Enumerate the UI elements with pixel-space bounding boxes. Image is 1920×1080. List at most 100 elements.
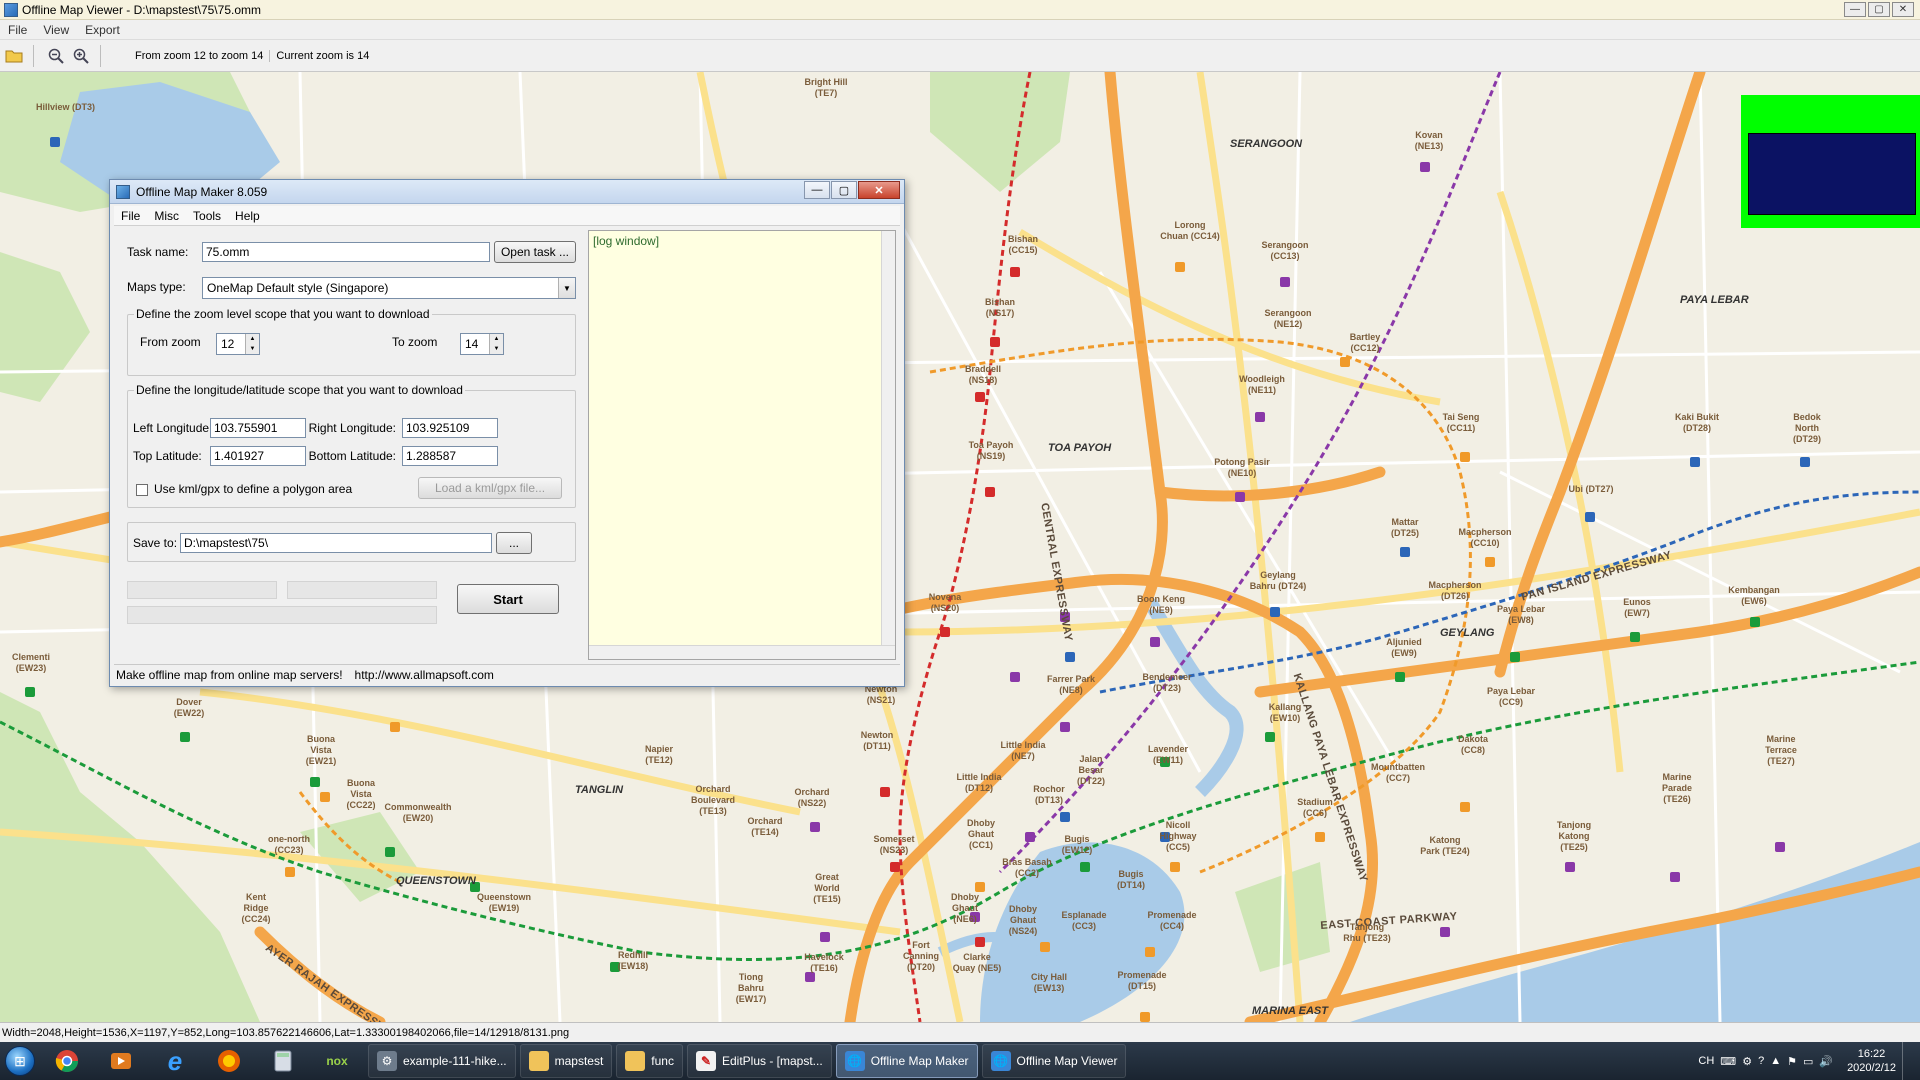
chrome-icon[interactable] — [40, 1044, 94, 1078]
map-overview-box[interactable] — [1741, 95, 1920, 228]
open-task-button[interactable]: Open task ... — [494, 241, 576, 263]
dialog-maximize-button[interactable]: ▢ — [831, 181, 857, 199]
dialog-menubar: File Misc Tools Help — [114, 206, 900, 226]
firefox-icon[interactable] — [202, 1044, 256, 1078]
input-language[interactable]: CH — [1698, 1055, 1714, 1067]
left-longitude-label: Left Longitude: — [133, 421, 213, 435]
station-label: Clarke Quay (NE5) — [952, 952, 1002, 973]
log-horizontal-scrollbar[interactable] — [589, 645, 895, 659]
station-label: Kallang (EW10) — [1268, 702, 1302, 723]
open-folder-icon[interactable] — [3, 45, 25, 67]
left-longitude-input[interactable]: 103.755901 — [210, 418, 306, 438]
to-zoom-value: 14 — [465, 337, 479, 351]
app-icon — [4, 2, 18, 17]
zoom-out-icon[interactable] — [45, 45, 67, 67]
current-zoom-text: Current zoom is 14 — [269, 49, 375, 62]
area-label-geylang: GEYLANG — [1440, 627, 1495, 639]
task-name-label: Task name: — [127, 245, 189, 259]
menu-file[interactable]: File — [0, 23, 35, 37]
station-label: Napier (TE12) — [644, 744, 673, 765]
top-latitude-input[interactable]: 1.401927 — [210, 446, 306, 466]
from-zoom-label: From zoom — [140, 335, 201, 349]
folder-icon — [528, 1051, 549, 1071]
browse-button[interactable]: ... — [496, 532, 532, 554]
mrt-line-red — [898, 72, 1032, 1022]
maps-type-select[interactable]: OneMap Default style (Singapore) ▼ — [202, 277, 576, 299]
station-label: Dhoby Ghaut (NS24) — [1008, 904, 1038, 936]
station-label: Potong Pasir (NE10) — [1214, 457, 1270, 478]
station-label: Bugis (DT14) — [1116, 869, 1145, 890]
network-icon[interactable]: ▭ — [1803, 1055, 1813, 1068]
taskbar-item-func[interactable]: func — [616, 1044, 683, 1078]
station-label: Tanjong Katong (TE25) — [1556, 820, 1592, 852]
tray-expand-icon[interactable]: ▲ — [1770, 1055, 1781, 1067]
top-latitude-label: Top Latitude: — [133, 449, 202, 463]
start-button[interactable]: ⊞ — [0, 1042, 40, 1080]
spin-down-icon[interactable]: ▼ — [245, 344, 259, 354]
minimize-button[interactable]: — — [1844, 2, 1866, 17]
taskbar-item-label: func — [651, 1054, 674, 1068]
station-label: Bishan (NS17) — [984, 297, 1015, 318]
station-label: Braddell (NS18) — [964, 364, 1001, 385]
dialog-status-url[interactable]: http://www.allmapsoft.com — [355, 668, 494, 682]
from-zoom-spinner[interactable]: 12 ▲ ▼ — [216, 333, 260, 355]
overview-viewport[interactable] — [1748, 133, 1916, 215]
dialog-menu-help[interactable]: Help — [228, 209, 267, 223]
taskbar-item-editplus[interactable]: ✎ EditPlus - [mapst... — [686, 1044, 832, 1078]
dialog-menu-file[interactable]: File — [114, 209, 147, 223]
nox-icon[interactable]: nox — [310, 1044, 364, 1078]
bottom-latitude-input[interactable]: 1.288587 — [402, 446, 498, 466]
close-button[interactable]: ✕ — [1892, 2, 1914, 17]
offline-map-maker-dialog: Offline Map Maker 8.059 — ▢ ✕ File Misc … — [109, 179, 905, 687]
media-player-icon[interactable] — [94, 1044, 148, 1078]
show-desktop-button[interactable] — [1902, 1042, 1914, 1080]
spin-down-icon[interactable]: ▼ — [489, 344, 503, 354]
station-label: Ubi (DT27) — [1568, 484, 1614, 494]
station-label: Mountbatten (CC7) — [1371, 762, 1425, 783]
spin-up-icon[interactable]: ▲ — [489, 334, 503, 344]
dialog-minimize-button[interactable]: — — [804, 181, 830, 199]
help-icon[interactable]: ? — [1758, 1055, 1764, 1067]
internet-explorer-icon[interactable]: e — [148, 1044, 202, 1078]
to-zoom-spinner[interactable]: 14 ▲ ▼ — [460, 333, 504, 355]
toolbar-separator — [100, 44, 101, 67]
station-label: Commonwealth (EW20) — [384, 802, 452, 823]
volume-icon[interactable]: 🔊 — [1819, 1055, 1833, 1068]
station-label: Farrer Park (NE8) — [1046, 674, 1096, 695]
station-label: Kent Ridge (CC24) — [241, 892, 271, 924]
dialog-close-button[interactable]: ✕ — [858, 181, 900, 199]
menu-export[interactable]: Export — [77, 23, 128, 37]
station-label: Rochor (DT13) — [1033, 784, 1065, 805]
load-kml-button[interactable]: Load a kml/gpx file... — [418, 477, 562, 499]
settings-icon[interactable]: ⚙ — [1742, 1055, 1752, 1068]
chevron-down-icon[interactable]: ▼ — [558, 278, 575, 298]
save-to-label: Save to: — [133, 536, 178, 550]
from-zoom-stepper[interactable]: ▲ ▼ — [245, 334, 259, 354]
task-name-input[interactable]: 75.omm — [202, 242, 490, 262]
taskbar-item-mapstest[interactable]: mapstest — [519, 1044, 613, 1078]
taskbar-clock[interactable]: 16:22 2020/2/12 — [1847, 1047, 1896, 1075]
right-longitude-input[interactable]: 103.925109 — [402, 418, 498, 438]
keyboard-icon[interactable]: ⌨ — [1720, 1055, 1736, 1068]
zoom-in-icon[interactable] — [70, 45, 92, 67]
taskbar-item-map-viewer[interactable]: 🌐 Offline Map Viewer — [981, 1044, 1127, 1078]
save-to-input[interactable]: D:\mapstest\75\ — [180, 533, 492, 553]
spin-up-icon[interactable]: ▲ — [245, 334, 259, 344]
log-vertical-scrollbar[interactable] — [881, 231, 895, 645]
taskbar-item-hike[interactable]: ⚙ example-111-hike... — [368, 1044, 516, 1078]
menu-view[interactable]: View — [35, 23, 77, 37]
to-zoom-stepper[interactable]: ▲ ▼ — [489, 334, 503, 354]
to-zoom-label: To zoom — [392, 335, 438, 349]
station-label: Dover (EW22) — [173, 697, 205, 718]
dialog-menu-tools[interactable]: Tools — [186, 209, 228, 223]
globe-icon: 🌐 — [844, 1051, 865, 1071]
dialog-menu-misc[interactable]: Misc — [147, 209, 186, 223]
dialog-titlebar: Offline Map Maker 8.059 — ▢ ✕ — [110, 180, 904, 204]
kml-polygon-checkbox[interactable] — [136, 484, 148, 496]
calculator-icon[interactable] — [256, 1044, 310, 1078]
start-button[interactable]: Start — [457, 584, 559, 614]
maximize-button[interactable]: ▢ — [1868, 2, 1890, 17]
log-window[interactable]: [log window] — [588, 230, 896, 660]
taskbar-item-map-maker[interactable]: 🌐 Offline Map Maker — [835, 1044, 978, 1078]
action-center-flag-icon[interactable]: ⚑ — [1787, 1055, 1797, 1068]
